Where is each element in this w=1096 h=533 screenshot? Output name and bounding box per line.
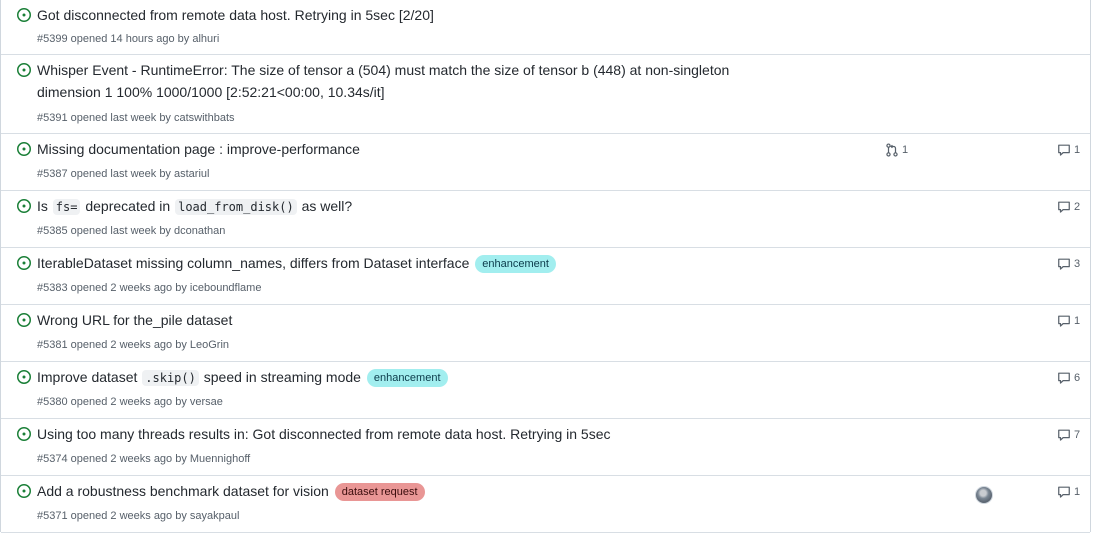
comment-icon: [1057, 485, 1071, 499]
comment-icon: [1057, 371, 1071, 385]
comments-link[interactable]: 7: [1057, 428, 1080, 442]
issue-opened-icon: [16, 62, 32, 78]
issue-title-part: deprecated in: [85, 198, 171, 214]
label-enhancement[interactable]: enhancement: [475, 255, 556, 273]
issue-opened-icon: [16, 369, 32, 385]
issue-opened-icon: [16, 141, 32, 157]
issue-opened-icon: [16, 312, 32, 328]
issue-title-link[interactable]: Missing documentation page : improve-per…: [37, 141, 360, 157]
issue-meta: #5385 opened last week by dconathan: [37, 225, 226, 237]
comments-link[interactable]: 1: [1057, 143, 1080, 157]
issue-row: Wrong URL for the_pile dataset #5381 ope…: [1, 305, 1090, 362]
issue-title-link[interactable]: Improve dataset .skip() speed in streami…: [37, 369, 361, 386]
comment-icon: [1057, 143, 1071, 157]
issue-meta: #5383 opened 2 weeks ago by iceboundflam…: [37, 282, 262, 294]
comments-link[interactable]: 3: [1057, 257, 1080, 271]
issue-title-link[interactable]: Wrong URL for the_pile dataset: [37, 312, 232, 328]
comments-link[interactable]: 6: [1057, 371, 1080, 385]
issue-title[interactable]: Improve dataset .skip() speed in streami…: [37, 366, 797, 389]
issue-opened-icon: [16, 255, 32, 271]
issue-row: Improve dataset .skip() speed in streami…: [1, 362, 1090, 419]
issue-title-link[interactable]: Add a robustness benchmark dataset for v…: [37, 483, 329, 499]
label-dataset-request[interactable]: dataset request: [334, 483, 425, 501]
issue-title-part: Improve dataset: [37, 369, 138, 385]
issue-title-part: Is: [37, 198, 48, 214]
issue-row: IterableDataset missing column_names, di…: [1, 248, 1090, 305]
comment-icon: [1057, 428, 1071, 442]
issue-row: Whisper Event - RuntimeError: The size o…: [1, 55, 1090, 134]
issue-row: Add a robustness benchmark dataset for v…: [1, 476, 1090, 533]
issue-opened-icon: [16, 7, 32, 23]
issue-row: Using too many threads results in: Got d…: [1, 419, 1090, 476]
comment-count: 3: [1074, 258, 1081, 270]
comment-icon: [1057, 200, 1071, 214]
comments-link[interactable]: 1: [1057, 485, 1080, 499]
issue-opened-icon: [16, 483, 32, 499]
issue-title[interactable]: Wrong URL for the_pile dataset: [37, 309, 797, 331]
issue-title[interactable]: Using too many threads results in: Got d…: [37, 423, 797, 445]
inline-code: .skip(): [142, 370, 199, 386]
linked-pr-count[interactable]: 1: [885, 143, 908, 157]
issue-meta: #5399 opened 14 hours ago by alhuri: [37, 33, 220, 45]
issue-meta: #5371 opened 2 weeks ago by sayakpaul: [37, 510, 240, 522]
issue-row: Got disconnected from remote data host. …: [1, 0, 1090, 55]
comment-count: 7: [1074, 429, 1081, 441]
inline-code: fs=: [52, 199, 81, 215]
comment-icon: [1057, 314, 1071, 328]
pr-count: 1: [902, 144, 909, 156]
issue-meta: #5391 opened last week by catswithbats: [37, 112, 235, 124]
comment-count: 1: [1074, 144, 1081, 156]
issue-title-link[interactable]: Is fs= deprecated in load_from_disk() as…: [37, 198, 353, 215]
inline-code: load_from_disk(): [175, 199, 297, 215]
issue-row: Missing documentation page : improve-per…: [1, 134, 1090, 191]
issue-title[interactable]: Got disconnected from remote data host. …: [37, 4, 797, 26]
label-enhancement[interactable]: enhancement: [366, 369, 448, 387]
issue-title[interactable]: Missing documentation page : improve-per…: [37, 138, 797, 160]
issue-title[interactable]: Add a robustness benchmark dataset for v…: [37, 480, 797, 502]
comments-link[interactable]: 2: [1057, 200, 1080, 214]
issue-title-part: as well?: [301, 198, 353, 214]
issue-meta: #5380 opened 2 weeks ago by versae: [37, 396, 223, 408]
git-pull-request-icon: [885, 143, 899, 157]
comment-count: 1: [1074, 486, 1081, 498]
issue-meta: #5381 opened 2 weeks ago by LeoGrin: [37, 339, 230, 351]
issue-title[interactable]: IterableDataset missing column_names, di…: [37, 252, 797, 274]
issue-meta: #5387 opened last week by astariul: [37, 168, 210, 180]
comment-count: 1: [1074, 315, 1081, 327]
issue-title[interactable]: Whisper Event - RuntimeError: The size o…: [37, 59, 797, 103]
assignee-avatar[interactable]: [975, 486, 993, 504]
issue-title-link[interactable]: IterableDataset missing column_names, di…: [37, 255, 469, 271]
issue-opened-icon: [16, 426, 32, 442]
issue-title-link[interactable]: Using too many threads results in: Got d…: [37, 426, 611, 442]
issue-title-link[interactable]: Got disconnected from remote data host. …: [37, 7, 434, 23]
issue-title-link[interactable]: Whisper Event - RuntimeError: The size o…: [37, 62, 729, 100]
comments-link[interactable]: 1: [1057, 314, 1080, 328]
issue-title[interactable]: Is fs= deprecated in load_from_disk() as…: [37, 195, 797, 218]
issue-title-part: speed in streaming mode: [203, 369, 361, 385]
issue-meta: #5374 opened 2 weeks ago by Muennighoff: [37, 453, 251, 465]
comment-count: 6: [1074, 372, 1081, 384]
comment-count: 2: [1074, 201, 1081, 213]
issue-opened-icon: [16, 198, 32, 214]
issue-list: Got disconnected from remote data host. …: [0, 0, 1091, 533]
issue-row: Is fs= deprecated in load_from_disk() as…: [1, 191, 1090, 248]
issue-title-line1: Whisper Event - RuntimeError: The size o…: [37, 62, 730, 78]
comment-icon: [1057, 257, 1071, 271]
issue-title-line2: dimension 1 100% 1000/1000 [2:52:21<00:0…: [37, 84, 385, 100]
